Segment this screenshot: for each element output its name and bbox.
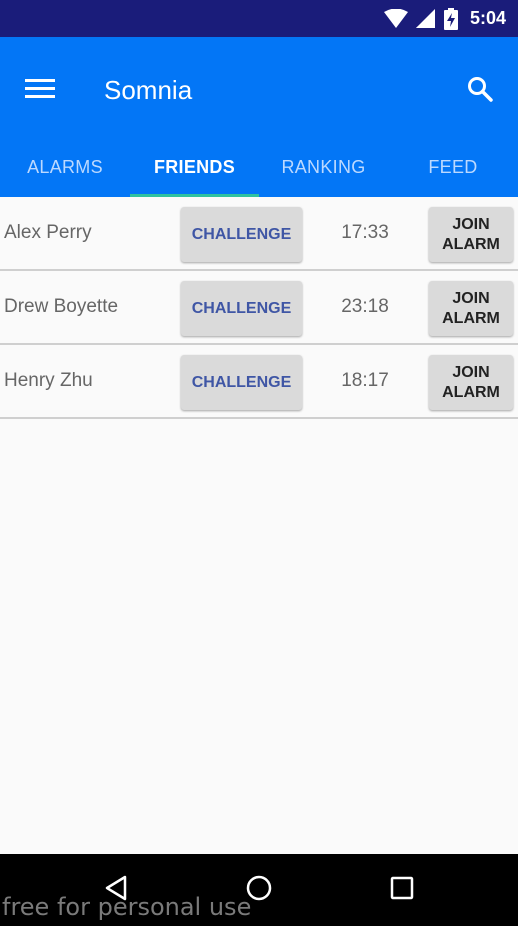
wifi-icon bbox=[383, 8, 408, 29]
tab-feed[interactable]: FEED bbox=[388, 137, 518, 197]
menu-button[interactable] bbox=[20, 71, 60, 111]
challenge-button[interactable]: CHALLENGE bbox=[181, 355, 302, 410]
friend-name: Alex Perry bbox=[4, 222, 92, 243]
search-icon bbox=[467, 76, 493, 107]
tab-alarms[interactable]: ALARMS bbox=[0, 137, 130, 197]
friend-name: Henry Zhu bbox=[4, 370, 93, 391]
watermark-text: free for personal use bbox=[2, 893, 252, 921]
alarm-time: 17:33 bbox=[341, 222, 389, 243]
tab-ranking[interactable]: RANKING bbox=[259, 137, 388, 197]
friend-row: Alex Perry CHALLENGE 17:33 JOIN ALARM bbox=[0, 197, 518, 271]
battery-charging-icon bbox=[443, 7, 458, 30]
status-clock: 5:04 bbox=[469, 8, 506, 28]
search-button[interactable] bbox=[460, 71, 500, 111]
join-alarm-button[interactable]: JOIN ALARM bbox=[429, 281, 513, 336]
challenge-button[interactable]: CHALLENGE bbox=[181, 281, 302, 336]
friend-row: Henry Zhu CHALLENGE 18:17 JOIN ALARM bbox=[0, 345, 518, 419]
friend-row: Drew Boyette CHALLENGE 23:18 JOIN ALARM bbox=[0, 271, 518, 345]
menu-icon bbox=[25, 78, 55, 105]
friend-name: Drew Boyette bbox=[4, 296, 119, 317]
alarm-time: 18:17 bbox=[341, 370, 389, 391]
recents-button[interactable] bbox=[380, 868, 424, 912]
tab-friends[interactable]: FRIENDS bbox=[130, 137, 259, 197]
join-alarm-button[interactable]: JOIN ALARM bbox=[429, 355, 513, 410]
status-bar: 5:04 bbox=[0, 0, 518, 37]
signal-icon bbox=[415, 8, 436, 29]
app-bar: Somnia ALARMS FRIENDS RANKING FEED bbox=[0, 37, 518, 197]
alarm-time: 23:18 bbox=[341, 296, 389, 317]
challenge-button[interactable]: CHALLENGE bbox=[181, 207, 302, 262]
tab-bar: ALARMS FRIENDS RANKING FEED bbox=[0, 137, 518, 197]
status-icons: 5:04 bbox=[383, 0, 506, 37]
join-alarm-button[interactable]: JOIN ALARM bbox=[429, 207, 513, 262]
app-title: Somnia bbox=[104, 75, 193, 105]
friends-list: Alex Perry CHALLENGE 17:33 JOIN ALARM Dr… bbox=[0, 197, 518, 419]
recents-icon bbox=[389, 875, 415, 906]
